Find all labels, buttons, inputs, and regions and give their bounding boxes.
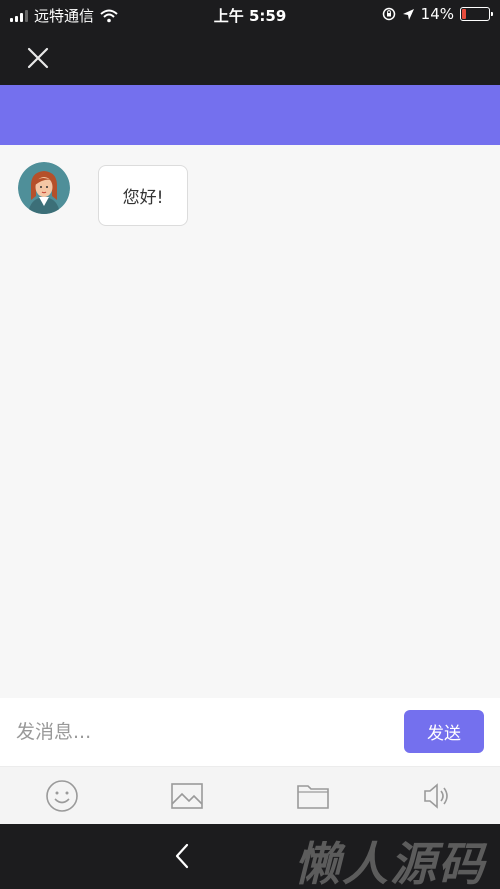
image-icon[interactable]	[169, 778, 205, 814]
avatar-image	[18, 162, 70, 214]
orientation-lock-icon	[382, 7, 395, 21]
header-band	[0, 85, 500, 145]
status-right: 14%	[382, 5, 493, 23]
back-chevron-icon[interactable]	[168, 838, 196, 874]
folder-icon[interactable]	[295, 778, 331, 814]
close-icon[interactable]	[22, 42, 54, 74]
message-input[interactable]	[16, 716, 386, 748]
chat-screen: 远特通信 上午 5:59 14% 您好! 发消息... 发送 懒人源码	[0, 0, 500, 889]
bottom-nav: 懒人源码	[0, 824, 500, 889]
agent-avatar	[18, 162, 70, 214]
battery-icon	[460, 7, 493, 21]
speaker-icon[interactable]	[419, 778, 455, 814]
chat-area[interactable]: 您好!	[0, 145, 500, 698]
status-bar: 远特通信 上午 5:59 14%	[0, 0, 500, 30]
battery-percent: 14%	[420, 5, 454, 23]
emoji-icon[interactable]	[44, 778, 80, 814]
composer-row: 发送	[0, 698, 500, 766]
location-icon	[402, 8, 414, 20]
message-bubble: 您好!	[98, 165, 188, 226]
watermark: 懒人源码	[294, 837, 486, 889]
composer-toolbar	[0, 766, 500, 824]
message-text: 您好!	[122, 188, 164, 208]
send-button[interactable]: 发送	[404, 710, 484, 753]
top-nav	[0, 30, 500, 85]
